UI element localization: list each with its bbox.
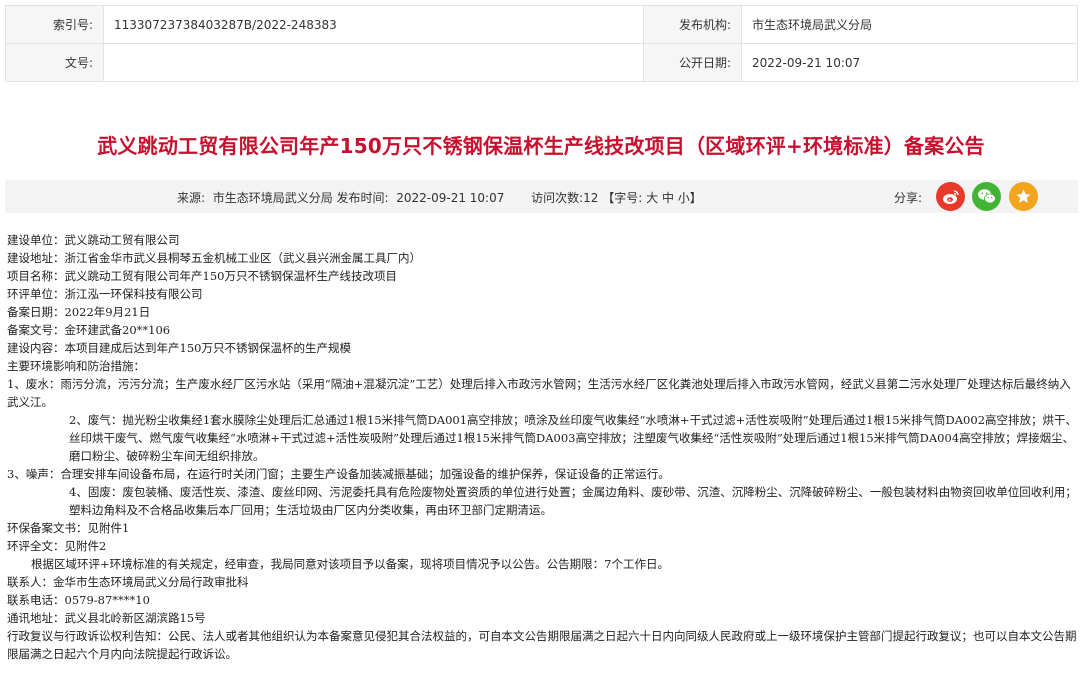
share-favorite-button[interactable] bbox=[1009, 182, 1038, 211]
publisher-value: 市生态环境局武义分局 bbox=[741, 5, 1078, 44]
font-size-label: 【字号: bbox=[602, 191, 643, 205]
wechat-icon bbox=[977, 189, 996, 204]
article-body: 建设单位：武义跳动工贸有限公司 建设地址：浙江省金华市武义县桐琴五金机械工业区（… bbox=[7, 231, 1079, 663]
info-bar-meta: 来源: 市生态环境局武义分局 发布时间: 2022-09-21 10:07 访问… bbox=[177, 189, 702, 206]
line-filing-number: 备案文号：金环建武备20**106 bbox=[7, 323, 171, 337]
page-title: 武义跳动工贸有限公司年产150万只不锈钢保温杯生产线技改项目（区域环评+环境标准… bbox=[97, 134, 985, 158]
font-size-end: 】 bbox=[689, 191, 702, 205]
line-solid-waste: 4、固废：废包装桶、废活性炭、漆渣、废丝印网、污泥委托具有危险废物处置资质的单位… bbox=[69, 485, 1077, 517]
docno-label: 文号: bbox=[5, 43, 104, 82]
line-announcement: 根据区域环评+环境标准的有关规定，经审查，我局同意对该项目予以备案，现将项目情况… bbox=[31, 557, 669, 571]
line-wastewater: 1、废水：雨污分流，污污分流；生产废水经厂区污水站（采用“隔油+混凝沉淀”工艺）… bbox=[7, 377, 1071, 409]
line-builder: 建设单位：武义跳动工贸有限公司 bbox=[7, 233, 180, 247]
line-measures-heading: 主要环境影响和防治措施： bbox=[7, 359, 145, 373]
share-wechat-button[interactable] bbox=[972, 182, 1001, 211]
share-label: 分享: bbox=[894, 191, 923, 205]
time-value: 2022-09-21 10:07 bbox=[396, 191, 505, 205]
index-label: 索引号: bbox=[5, 5, 104, 44]
line-eia-unit: 环评单位：浙江泓一环保科技有限公司 bbox=[7, 287, 203, 301]
line-phone: 联系电话：0579-87****10 bbox=[7, 593, 150, 607]
line-project-name: 项目名称：武义跳动工贸有限公司年产150万只不锈钢保温杯生产线技改项目 bbox=[7, 269, 397, 283]
share-weibo-button[interactable] bbox=[936, 182, 965, 211]
line-address: 建设地址：浙江省金华市武义县桐琴五金机械工业区（武义县兴洲金属工具厂内） bbox=[7, 251, 421, 265]
source-label: 来源: bbox=[177, 191, 206, 205]
meta-row: 文号: 公开日期: 2022-09-21 10:07 bbox=[5, 43, 1078, 82]
source-value: 市生态环境局武义分局 bbox=[212, 191, 333, 205]
line-filing-date: 备案日期：2022年9月21日 bbox=[7, 305, 151, 319]
docno-value bbox=[103, 43, 644, 82]
line-rights-notice: 行政复议与行政诉讼权利告知：公民、法人或者其他组织认为本备案意见侵犯其合法权益的… bbox=[7, 629, 1077, 661]
line-attachment-1[interactable]: 环保备案文书：见附件1 bbox=[7, 519, 1079, 537]
font-medium-link[interactable]: 中 bbox=[662, 191, 674, 205]
line-construction-content: 建设内容：本项目建成后达到年产150万只不锈钢保温杯的生产规模 bbox=[7, 341, 351, 355]
font-large-link[interactable]: 大 bbox=[646, 191, 658, 205]
index-value: 11330723738403287B/2022-248383 bbox=[103, 5, 644, 44]
visits-label: 访问次数: bbox=[531, 191, 584, 205]
time-label: 发布时间: bbox=[336, 191, 389, 205]
line-contact: 联系人：金华市生态环境局武义分局行政审批科 bbox=[7, 575, 249, 589]
pubdate-value: 2022-09-21 10:07 bbox=[741, 43, 1078, 82]
visits-value: 12 bbox=[583, 191, 599, 205]
line-mail-address: 通讯地址：武义县北岭新区湖滨路15号 bbox=[7, 611, 206, 625]
line-noise: 3、噪声：合理安排车间设备布局，在运行时关闭门窗；主要生产设备加装减振基础；加强… bbox=[7, 467, 670, 481]
weibo-icon bbox=[942, 189, 959, 204]
meta-table: 索引号: 11330723738403287B/2022-248383 发布机构… bbox=[5, 5, 1078, 82]
star-icon bbox=[1016, 189, 1031, 203]
line-exhaust: 2、废气：抛光粉尘收集经1套水膜除尘处理后汇总通过1根15米排气筒DA001高空… bbox=[69, 413, 1078, 463]
font-small-link[interactable]: 小 bbox=[678, 191, 690, 205]
line-attachment-2[interactable]: 环评全文：见附件2 bbox=[7, 537, 1079, 555]
pubdate-label: 公开日期: bbox=[643, 43, 742, 82]
publisher-label: 发布机构: bbox=[643, 5, 742, 44]
info-bar: 来源: 市生态环境局武义分局 发布时间: 2022-09-21 10:07 访问… bbox=[5, 180, 1078, 213]
meta-row: 索引号: 11330723738403287B/2022-248383 发布机构… bbox=[5, 5, 1078, 44]
